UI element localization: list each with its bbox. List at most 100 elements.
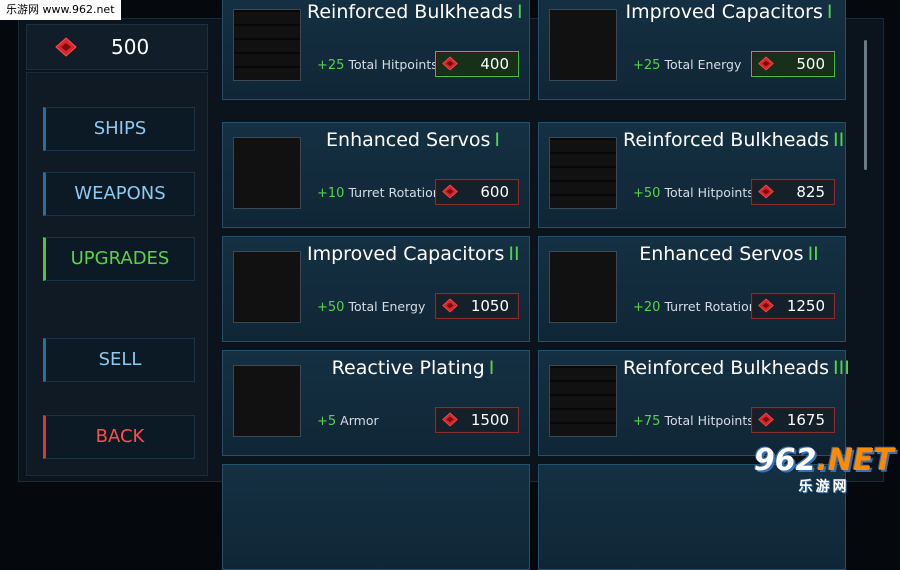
price-value: 500 <box>796 55 825 73</box>
upgrade-name: Reactive Plating <box>331 357 485 379</box>
stat-label: Total Hitpoints <box>664 185 754 200</box>
servo-image <box>233 137 301 209</box>
upgrade-card[interactable]: Reinforced Bulkheads III +75 Total Hitpoint… <box>538 350 850 456</box>
stat-label: Total Energy <box>664 57 742 72</box>
stat-value: +25 <box>317 58 345 73</box>
sell-button[interactable]: SELL <box>43 338 195 382</box>
upgrade-card[interactable]: Reinforced Bulkheads I +25 Total Hitpoints 4… <box>222 0 530 100</box>
gem-icon <box>442 298 458 317</box>
price-value: 825 <box>796 183 825 201</box>
upgrade-title: Reinforced Bulkheads II <box>623 129 844 151</box>
stat-value: +20 <box>633 300 661 315</box>
upgrade-card-partial[interactable] <box>222 464 530 570</box>
upgrade-title: Reactive Plating I <box>307 357 519 379</box>
upgrade-tier: I <box>494 129 500 151</box>
upgrade-card[interactable]: Improved Capacitors I +25 Total Energy 500 <box>538 0 846 100</box>
upgrade-name: Improved Capacitors <box>625 1 823 23</box>
upgrade-tier: I <box>488 357 495 379</box>
plating-image <box>233 365 301 437</box>
price-value: 1050 <box>470 297 509 315</box>
upgrade-title: Improved Capacitors II <box>307 243 520 265</box>
upgrade-tier: II <box>807 243 819 265</box>
watermark-logo: 962.NET 乐游网 <box>754 446 894 496</box>
upgrade-stat: +75 Total Hitpoints <box>633 413 754 429</box>
buy-button[interactable]: 600 <box>435 179 519 205</box>
upgrade-name: Reinforced Bulkheads <box>623 129 829 151</box>
capacitor-image <box>549 9 617 81</box>
watermark-logo-sub: 乐游网 <box>798 479 850 495</box>
gem-icon <box>758 412 774 431</box>
upgrade-title: Reinforced Bulkheads I <box>307 1 523 23</box>
stat-value: +50 <box>633 186 661 201</box>
gem-icon <box>442 56 458 75</box>
currency-display: 500 <box>26 24 208 70</box>
ships-button[interactable]: SHIPS <box>43 107 195 151</box>
gem-icon <box>442 412 458 431</box>
bulkhead-image <box>233 9 301 81</box>
upgrades-button[interactable]: UPGRADES <box>43 237 195 281</box>
upgrade-name: Improved Capacitors <box>307 243 505 265</box>
watermark-logo-suffix: .NET <box>816 443 894 478</box>
stat-label: Total Hitpoints <box>348 57 438 72</box>
upgrade-tier: I <box>517 1 523 23</box>
gem-icon <box>758 184 774 203</box>
upgrade-stat: +5 Armor <box>317 413 379 429</box>
upgrade-name: Reinforced Bulkheads <box>623 357 829 379</box>
stat-value: +75 <box>633 414 661 429</box>
stat-value: +10 <box>317 186 345 201</box>
watermark-logo-main: 962 <box>753 443 817 478</box>
upgrade-tier: I <box>826 1 833 23</box>
stat-value: +50 <box>317 300 345 315</box>
buy-button[interactable]: 825 <box>751 179 835 205</box>
upgrade-stat: +50 Total Energy <box>317 299 425 315</box>
upgrade-stat: +20 Turret Rotation <box>633 299 757 315</box>
back-button[interactable]: BACK <box>43 415 195 459</box>
buy-button[interactable]: 1500 <box>435 407 519 433</box>
servo-image <box>549 251 617 323</box>
scrollbar[interactable] <box>864 40 867 170</box>
gem-icon <box>55 37 77 61</box>
price-value: 1250 <box>786 297 825 315</box>
stat-label: Turret Rotation <box>348 185 441 200</box>
price-value: 600 <box>480 183 509 201</box>
upgrade-tier: III <box>833 357 850 379</box>
stat-label: Turret Rotation <box>664 299 757 314</box>
buy-button[interactable]: 1050 <box>435 293 519 319</box>
upgrade-stat: +25 Total Energy <box>633 57 741 73</box>
price-value: 1500 <box>470 411 509 429</box>
buy-button[interactable]: 1675 <box>751 407 835 433</box>
buy-button[interactable]: 500 <box>751 51 835 77</box>
upgrade-title: Enhanced Servos II <box>623 243 835 265</box>
upgrade-stat: +25 Total Hitpoints <box>317 57 438 73</box>
stat-label: Total Hitpoints <box>664 413 754 428</box>
upgrade-card[interactable]: Enhanced Servos I +10 Turret Rotation 600 <box>222 122 530 228</box>
upgrade-card[interactable]: Improved Capacitors II +50 Total Energy 1050 <box>222 236 530 342</box>
upgrade-tier: II <box>833 129 845 151</box>
upgrade-title: Improved Capacitors I <box>623 1 835 23</box>
upgrade-grid: Reinforced Bulkheads I +25 Total Hitpoints 4… <box>220 0 860 570</box>
price-value: 400 <box>480 55 509 73</box>
stat-label: Total Energy <box>348 299 426 314</box>
currency-amount: 500 <box>111 35 150 59</box>
bulkhead-image <box>549 365 617 437</box>
gem-icon <box>442 184 458 203</box>
upgrade-name: Reinforced Bulkheads <box>307 1 513 23</box>
upgrade-stat: +50 Total Hitpoints <box>633 185 754 201</box>
buy-button[interactable]: 400 <box>435 51 519 77</box>
stat-label: Armor <box>340 413 379 428</box>
gem-icon <box>758 298 774 317</box>
weapons-button[interactable]: WEAPONS <box>43 172 195 216</box>
stat-value: +25 <box>633 58 661 73</box>
upgrade-card[interactable]: Enhanced Servos II +20 Turret Rotation 1250 <box>538 236 846 342</box>
upgrade-stat: +10 Turret Rotation <box>317 185 441 201</box>
menu-panel: SHIPS WEAPONS UPGRADES SELL BACK <box>26 72 208 476</box>
watermark-top: 乐游网 www.962.net <box>0 0 121 20</box>
upgrade-card[interactable]: Reinforced Bulkheads II +50 Total Hitpoints… <box>538 122 846 228</box>
sidebar: 500 SHIPS WEAPONS UPGRADES SELL BACK <box>26 24 208 476</box>
upgrade-title: Enhanced Servos I <box>307 129 519 151</box>
price-value: 1675 <box>786 411 825 429</box>
buy-button[interactable]: 1250 <box>751 293 835 319</box>
stat-value: +5 <box>317 414 337 429</box>
upgrade-card[interactable]: Reactive Plating I +5 Armor 1500 <box>222 350 530 456</box>
gem-icon <box>758 56 774 75</box>
